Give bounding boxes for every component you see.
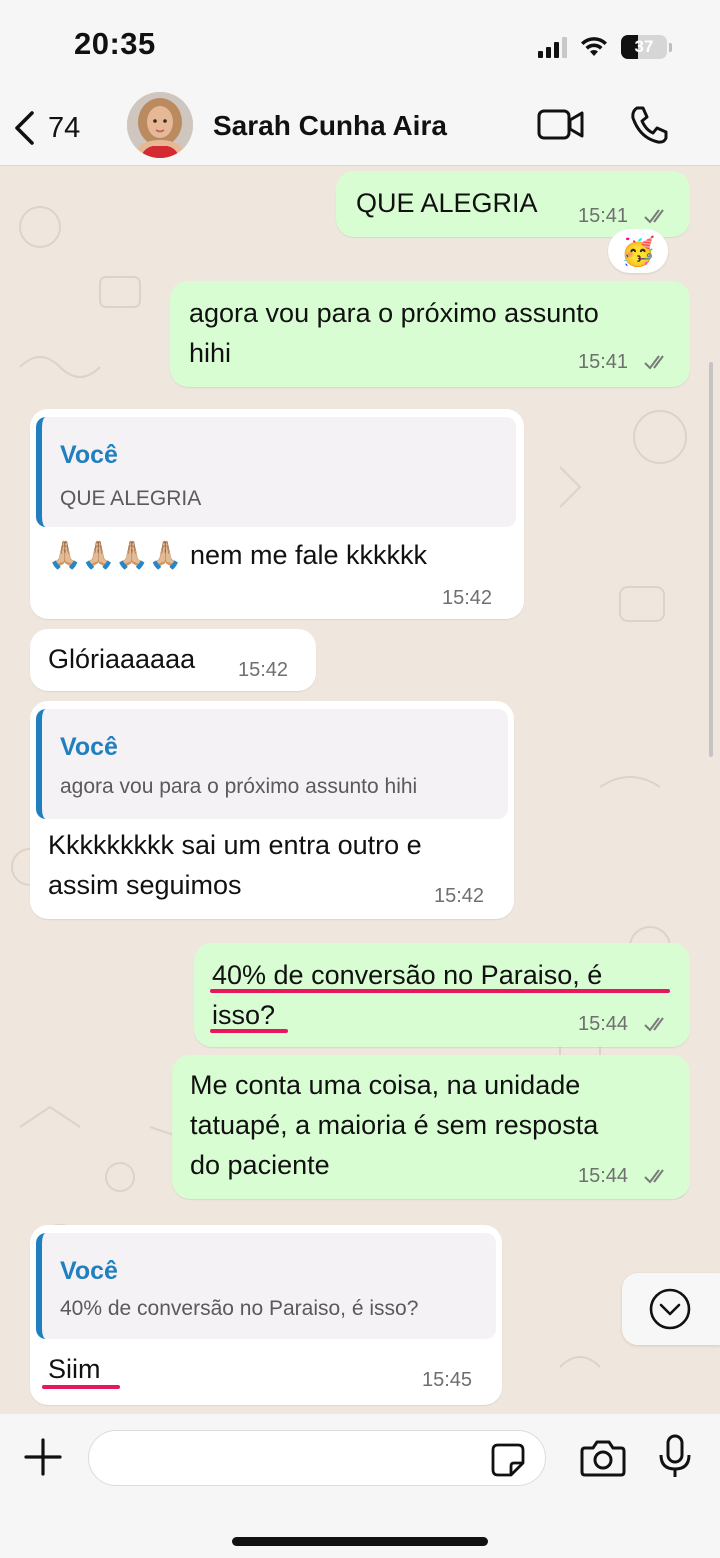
message-bubble-incoming[interactable]: Você QUE ALEGRIA 🙏🏼🙏🏼🙏🏼🙏🏼 nem me fale kk… bbox=[30, 409, 524, 619]
quote-text: QUE ALEGRIA bbox=[60, 487, 202, 510]
message-time: 15:42 bbox=[434, 885, 485, 907]
battery-icon: 37 bbox=[621, 35, 667, 59]
signal-icon bbox=[538, 36, 567, 58]
scrollbar[interactable] bbox=[709, 362, 713, 757]
back-chevron-icon bbox=[15, 111, 34, 145]
quoted-message[interactable]: Você agora vou para o próximo assunto hi… bbox=[36, 709, 508, 819]
unread-count: 74 bbox=[48, 111, 81, 144]
sticker-icon[interactable] bbox=[490, 1442, 526, 1478]
battery-nub bbox=[669, 42, 672, 52]
read-receipt-icon bbox=[644, 355, 664, 370]
avatar-photo bbox=[127, 92, 193, 158]
message-time: 15:44 bbox=[578, 1013, 629, 1035]
status-bar: 20:35 37 bbox=[0, 0, 720, 92]
home-indicator[interactable] bbox=[232, 1537, 488, 1546]
message-bubble-outgoing[interactable]: QUE ALEGRIA 15:41 bbox=[336, 171, 690, 237]
contact-name[interactable]: Sarah Cunha Aira bbox=[213, 110, 447, 142]
input-bar bbox=[0, 1414, 720, 1558]
wifi-icon bbox=[581, 37, 607, 56]
quote-author: Você bbox=[60, 733, 118, 761]
plus-icon[interactable] bbox=[22, 1436, 64, 1478]
read-receipt-icon bbox=[644, 209, 664, 224]
back-button[interactable]: 74 bbox=[12, 100, 80, 156]
quoted-message[interactable]: Você 40% de conversão no Paraiso, é isso… bbox=[36, 1233, 496, 1339]
quote-text: 40% de conversão no Paraiso, é isso? bbox=[60, 1297, 419, 1320]
avatar[interactable] bbox=[127, 92, 193, 158]
message-text: Siim bbox=[48, 1354, 101, 1384]
message-time: 15:42 bbox=[442, 587, 493, 609]
status-time: 20:35 bbox=[74, 26, 156, 61]
battery-level: 37 bbox=[634, 37, 654, 56]
chat-area[interactable]: QUE ALEGRIA 15:41 🥳 agora vou para o pró… bbox=[0, 167, 720, 1414]
message-bubble-incoming[interactable]: Você agora vou para o próximo assunto hi… bbox=[30, 701, 514, 919]
camera-icon[interactable] bbox=[580, 1438, 626, 1478]
message-time: 15:44 bbox=[578, 1165, 629, 1187]
message-text-line: Me conta uma coisa, na unidade bbox=[190, 1070, 581, 1100]
video-camera-icon[interactable] bbox=[536, 106, 586, 144]
message-text-line: agora vou para o próximo assunto bbox=[189, 298, 599, 328]
message-bubble-outgoing[interactable]: Me conta uma coisa, na unidade tatuapé, … bbox=[172, 1055, 690, 1199]
message-time: 15:41 bbox=[578, 351, 629, 373]
quoted-message[interactable]: Você QUE ALEGRIA bbox=[36, 417, 516, 527]
quote-author: Você bbox=[60, 1257, 118, 1285]
read-receipt-icon bbox=[644, 1169, 664, 1184]
message-bubble-outgoing[interactable]: agora vou para o próximo assunto hihi 15… bbox=[170, 281, 690, 387]
chevron-down-circle-icon bbox=[649, 1288, 691, 1330]
highlight-underline bbox=[210, 1029, 288, 1033]
message-text: Glóriaaaaaa bbox=[48, 644, 196, 674]
reaction-badge[interactable]: 🥳 bbox=[608, 229, 668, 273]
message-time: 15:41 bbox=[578, 205, 629, 227]
chat-header: 74 Sarah Cunha Aira bbox=[0, 92, 720, 166]
message-text-line: do paciente bbox=[190, 1150, 330, 1180]
message-input[interactable] bbox=[88, 1430, 546, 1486]
highlight-underline bbox=[42, 1385, 120, 1389]
highlight-underline bbox=[210, 989, 670, 993]
read-receipt-icon bbox=[644, 1017, 664, 1032]
status-icons: 37 bbox=[538, 32, 672, 62]
scroll-to-bottom-button[interactable] bbox=[622, 1273, 720, 1345]
message-bubble-outgoing[interactable]: 40% de conversão no Paraiso, é isso? 15:… bbox=[194, 943, 690, 1047]
message-text-line: Kkkkkkkkk sai um entra outro e bbox=[48, 830, 422, 860]
microphone-icon[interactable] bbox=[658, 1434, 692, 1480]
message-text: 🙏🏼🙏🏼🙏🏼🙏🏼 nem me fale kkkkkk bbox=[48, 540, 428, 570]
phone-icon[interactable] bbox=[628, 104, 670, 146]
message-text-line: hihi bbox=[189, 338, 232, 368]
message-text-line: tatuapé, a maioria é sem resposta bbox=[190, 1110, 599, 1140]
message-bubble-incoming[interactable]: Glóriaaaaaa 15:42 bbox=[30, 629, 316, 691]
message-text: QUE ALEGRIA bbox=[356, 188, 538, 218]
message-bubble-incoming[interactable]: Você 40% de conversão no Paraiso, é isso… bbox=[30, 1225, 502, 1405]
quote-text: agora vou para o próximo assunto hihi bbox=[60, 775, 418, 798]
quote-author: Você bbox=[60, 441, 118, 469]
message-time: 15:42 bbox=[238, 659, 289, 681]
message-text-line: assim seguimos bbox=[48, 870, 242, 900]
message-time: 15:45 bbox=[422, 1369, 473, 1391]
